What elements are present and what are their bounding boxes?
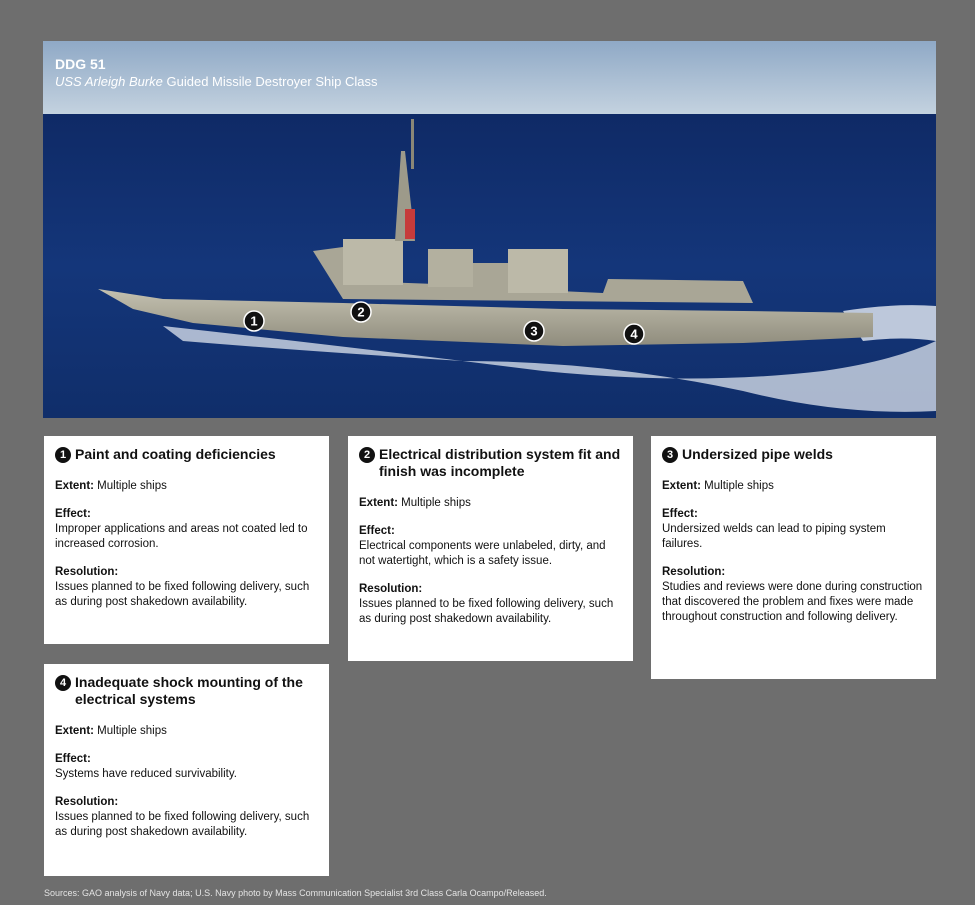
resolution-section: Resolution: Issues planned to be fixed fo… [55,565,318,610]
extent-label: Extent: [359,497,398,509]
extent-value: Multiple ships [93,480,167,492]
resolution-value: Issues planned to be fixed following del… [55,811,310,838]
effect-value: Undersized welds can lead to piping syst… [662,523,886,550]
effect-section: Effect: Electrical components were unlabe… [359,524,622,569]
issue-title: Electrical distribution system fit and f… [379,446,621,479]
effect-label: Effect: [55,508,91,520]
extent-label: Extent: [55,480,94,492]
aft-deckhouse [508,249,568,293]
resolution-section: Resolution: Issues planned to be fixed fo… [55,795,318,840]
issue-number-badge: 2 [359,447,375,463]
extent-value: Multiple ships [397,497,471,509]
resolution-label: Resolution: [55,796,119,808]
extent-value: Multiple ships [700,480,774,492]
extent-section: Extent: Multiple ships [359,496,622,511]
extent-section: Extent: Multiple ships [662,479,925,494]
destroyer-illustration: 1 2 3 4 [43,41,936,418]
forward-deckhouse [343,239,403,285]
funnel [428,249,473,287]
resolution-label: Resolution: [662,566,726,578]
issue-number-badge: 4 [55,675,71,691]
issue-card-3-header: 3 Undersized pipe welds [662,446,925,463]
extent-section: Extent: Multiple ships [55,479,318,494]
issue-title: Paint and coating deficiencies [75,446,276,462]
effect-section: Effect: Undersized welds can lead to pipi… [662,507,925,552]
issue-card-3: 3 Undersized pipe welds Extent: Multiple… [651,436,936,679]
issue-card-4: 4 Inadequate shock mounting of the elect… [44,664,329,876]
mast-top [411,119,414,169]
issue-title: Undersized pipe welds [682,446,833,462]
issue-title: Inadequate shock mounting of the electri… [75,674,303,707]
issue-card-1-header: 1 Paint and coating deficiencies [55,446,318,463]
marker-3-label: 3 [530,324,537,339]
flag [405,209,415,239]
marker-4-label: 4 [630,327,638,342]
marker-1-label: 1 [250,314,257,329]
ship-class-name: USS Arleigh Burke [55,74,163,89]
sources-note: Sources: GAO analysis of Navy data; U.S.… [44,888,547,898]
effect-label: Effect: [662,508,698,520]
extent-label: Extent: [662,480,701,492]
resolution-label: Resolution: [55,566,119,578]
ship-class: USS Arleigh Burke Guided Missile Destroy… [55,74,377,90]
issue-number-badge: 3 [662,447,678,463]
marker-3: 3 [523,320,545,342]
ship-code: DDG 51 [55,56,106,72]
marker-4: 4 [623,323,645,345]
resolution-value: Issues planned to be fixed following del… [55,581,310,608]
issue-number-badge: 1 [55,447,71,463]
ship-class-rest: Guided Missile Destroyer Ship Class [162,74,378,89]
issue-card-4-header: 4 Inadequate shock mounting of the elect… [55,674,318,708]
effect-section: Effect: Improper applications and areas n… [55,507,318,552]
effect-section: Effect: Systems have reduced survivabilit… [55,752,318,782]
marker-1: 1 [243,310,265,332]
ship-photo: 1 2 3 4 DDG 51 USS Arleigh Burke Guided … [43,41,936,418]
effect-value: Electrical components were unlabeled, di… [359,540,606,567]
effect-value: Systems have reduced survivability. [55,768,237,780]
extent-value: Multiple ships [93,725,167,737]
resolution-section: Resolution: Issues planned to be fixed fo… [359,582,622,627]
issue-card-2: 2 Electrical distribution system fit and… [348,436,633,661]
effect-value: Improper applications and areas not coat… [55,523,308,550]
resolution-section: Resolution: Studies and reviews were done… [662,565,925,625]
extent-label: Extent: [55,725,94,737]
extent-section: Extent: Multiple ships [55,724,318,739]
resolution-value: Studies and reviews were done during con… [662,581,923,623]
issue-card-1: 1 Paint and coating deficiencies Extent:… [44,436,329,644]
effect-label: Effect: [55,753,91,765]
resolution-value: Issues planned to be fixed following del… [359,598,614,625]
marker-2: 2 [350,301,372,323]
marker-2-label: 2 [357,305,364,320]
resolution-label: Resolution: [359,583,423,595]
issue-card-2-header: 2 Electrical distribution system fit and… [359,446,622,480]
photo-title: DDG 51 USS Arleigh Burke Guided Missile … [55,56,377,90]
effect-label: Effect: [359,525,395,537]
